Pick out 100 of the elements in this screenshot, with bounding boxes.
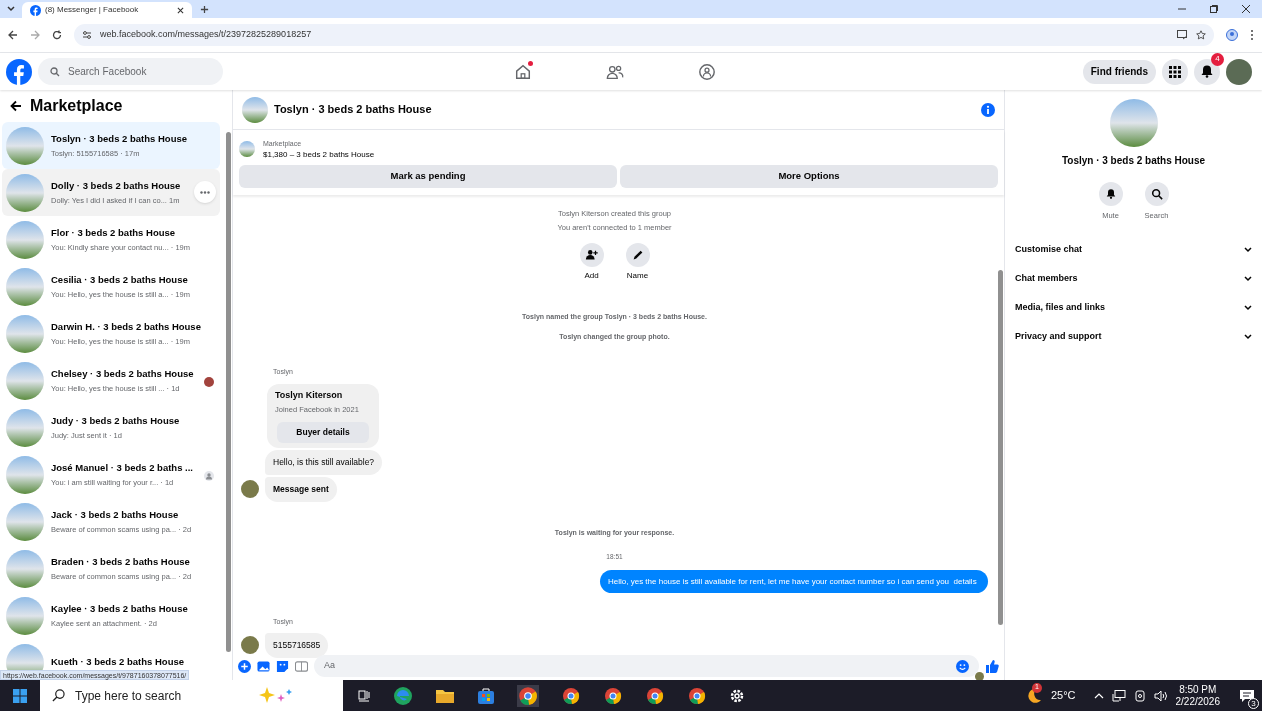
chrome-icon[interactable] bbox=[603, 685, 623, 706]
site-settings-icon[interactable] bbox=[82, 30, 92, 40]
close-icon[interactable] bbox=[177, 6, 184, 14]
conversation-name: Judy · 3 beds 2 baths House bbox=[51, 413, 180, 428]
temperature[interactable]: 25°C bbox=[1050, 687, 1076, 704]
task-view-icon[interactable] bbox=[357, 688, 371, 703]
conversation-name: Chelsey · 3 beds 2 baths House bbox=[51, 366, 194, 381]
camera-icon[interactable] bbox=[1133, 689, 1146, 702]
home-icon bbox=[514, 62, 532, 81]
sticker-icon[interactable] bbox=[276, 659, 289, 673]
conversation-name: Dolly · 3 beds 2 baths House bbox=[51, 178, 181, 193]
star-icon[interactable] bbox=[1196, 30, 1206, 40]
address-bar[interactable]: web.facebook.com/messages/t/23972825289018257 bbox=[74, 24, 1214, 46]
composer-input[interactable]: Aa bbox=[324, 659, 956, 673]
windows-icon bbox=[13, 688, 27, 703]
add-person-icon bbox=[584, 247, 599, 262]
rename-button[interactable] bbox=[625, 242, 650, 267]
back-icon[interactable] bbox=[8, 30, 18, 40]
speaker-icon[interactable] bbox=[1153, 689, 1168, 702]
message-input[interactable]: Aa bbox=[314, 655, 979, 677]
photo-placeholder bbox=[6, 502, 44, 541]
new-tab-icon[interactable] bbox=[200, 5, 209, 14]
photo-placeholder bbox=[6, 596, 44, 635]
edge-icon[interactable] bbox=[393, 685, 413, 706]
grid-icon bbox=[1169, 65, 1181, 78]
conversation-name: Darwin H. · 3 beds 2 baths House bbox=[51, 319, 201, 334]
chrome-icon[interactable] bbox=[687, 685, 707, 706]
photo-placeholder bbox=[6, 314, 44, 353]
more-icon[interactable] bbox=[1250, 29, 1254, 41]
notification-center-button[interactable]: 3 bbox=[1232, 680, 1262, 711]
section-header[interactable]: Media, files and links bbox=[1011, 293, 1256, 323]
gear-icon[interactable] bbox=[729, 687, 745, 704]
date[interactable]: 2/22/2026 bbox=[1175, 695, 1220, 708]
chevron-icon bbox=[1244, 246, 1252, 253]
close-icon[interactable] bbox=[1242, 5, 1250, 13]
plus-icon[interactable] bbox=[238, 659, 251, 673]
incoming-message: Message sent bbox=[265, 477, 337, 502]
gif-icon[interactable] bbox=[295, 659, 308, 673]
conversation-name: Toslyn · 3 beds 2 baths House bbox=[51, 131, 188, 146]
photo-placeholder bbox=[6, 267, 44, 306]
conversation-name: Kueth · 3 beds 2 baths House bbox=[51, 655, 185, 670]
add-button[interactable] bbox=[579, 242, 604, 267]
section-header[interactable]: Chat members bbox=[1011, 264, 1256, 294]
conversation-name: Kaylee · 3 beds 2 baths House bbox=[51, 601, 188, 616]
store-icon[interactable] bbox=[477, 686, 495, 705]
profile-name: Toslyn Kiterson bbox=[275, 388, 344, 402]
conversation-name: Jack · 3 beds 2 baths House bbox=[51, 507, 180, 522]
facebook-logo[interactable] bbox=[6, 58, 32, 85]
taskbar-search-input[interactable]: Type here to search bbox=[75, 686, 245, 705]
image-icon[interactable] bbox=[257, 659, 270, 673]
nav-tab[interactable] bbox=[697, 61, 717, 82]
menu-button[interactable] bbox=[1162, 58, 1188, 85]
chevron-up-icon[interactable] bbox=[1093, 692, 1104, 699]
mute-button[interactable] bbox=[1098, 182, 1123, 206]
cast-icon[interactable] bbox=[1177, 30, 1188, 40]
conversation-name: José Manuel · 3 beds 2 baths ... bbox=[51, 460, 193, 475]
bell-icon bbox=[1201, 65, 1213, 78]
chat-title[interactable]: Toslyn · 3 beds 2 baths House bbox=[274, 101, 975, 118]
notification-count: 3 bbox=[1248, 698, 1259, 709]
chrome-icon[interactable] bbox=[561, 685, 581, 706]
buyer-details-button[interactable]: Buyer details bbox=[277, 422, 369, 444]
thumbs-up-icon[interactable] bbox=[985, 659, 999, 673]
chevron-icon bbox=[1244, 275, 1252, 282]
incoming-message: 5155716585 bbox=[265, 633, 329, 658]
search-input[interactable]: Search Facebook bbox=[68, 64, 208, 79]
photo-placeholder bbox=[1109, 99, 1158, 147]
bell-icon bbox=[1104, 188, 1117, 200]
chevron-icon bbox=[1244, 333, 1252, 340]
info-icon[interactable] bbox=[981, 102, 995, 117]
network-icon[interactable] bbox=[1111, 689, 1126, 702]
action-button[interactable]: More Options bbox=[620, 165, 998, 188]
section-header[interactable]: Customise chat bbox=[1011, 235, 1256, 265]
search-button[interactable] bbox=[1144, 182, 1169, 206]
restore-icon[interactable] bbox=[1210, 5, 1218, 13]
chrome-icon[interactable] bbox=[517, 684, 539, 707]
photo-placeholder bbox=[6, 220, 44, 259]
nav-tab[interactable] bbox=[513, 61, 533, 82]
taskbar-search[interactable]: Type here to search bbox=[40, 680, 343, 711]
photo-placeholder bbox=[6, 126, 44, 165]
account-avatar[interactable] bbox=[1226, 58, 1252, 85]
conversation-name: Cesilia · 3 beds 2 baths House bbox=[51, 272, 189, 287]
back-arrow-icon[interactable] bbox=[10, 100, 22, 112]
more-options-button[interactable] bbox=[194, 181, 216, 203]
search-icon bbox=[52, 689, 65, 702]
action-button[interactable]: Mark as pending bbox=[239, 165, 617, 188]
minimize-icon[interactable] bbox=[1178, 5, 1186, 13]
emoji-icon[interactable] bbox=[956, 659, 969, 673]
reload-icon[interactable] bbox=[52, 30, 62, 40]
notifications-button[interactable] bbox=[1194, 58, 1220, 85]
chrome-icon[interactable] bbox=[645, 685, 665, 706]
search-field[interactable]: Search Facebook bbox=[38, 58, 223, 85]
section-header[interactable]: Privacy and support bbox=[1011, 322, 1256, 352]
facebook-icon bbox=[30, 4, 41, 16]
browser-tab[interactable]: (8) Messenger | Facebook bbox=[22, 2, 192, 18]
profile-icon[interactable] bbox=[1226, 29, 1238, 41]
find-friends-button[interactable]: Find friends bbox=[1082, 59, 1156, 84]
ellipsis-icon bbox=[200, 190, 210, 194]
clock[interactable]: 8:50 PM bbox=[1179, 683, 1217, 696]
photo-placeholder bbox=[239, 141, 255, 157]
photo-placeholder bbox=[6, 408, 44, 447]
